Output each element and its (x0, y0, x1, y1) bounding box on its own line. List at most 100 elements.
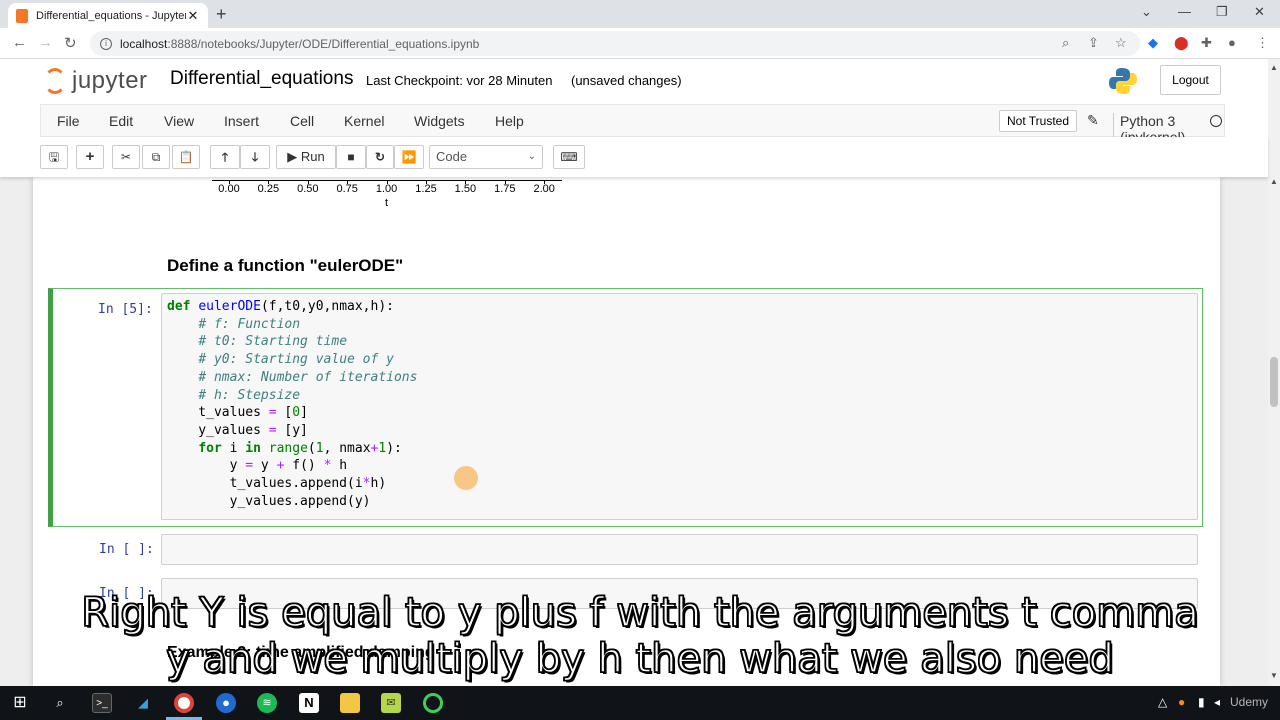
plot-x-axis-label: t (385, 197, 389, 209)
empty-code-cell[interactable] (161, 534, 1198, 565)
scroll-thumb[interactable] (1270, 357, 1278, 407)
tray-app-icon[interactable]: ● (1178, 695, 1185, 709)
mouse-cursor-highlight (454, 466, 478, 490)
plot-x-tick-label: 1.75 (494, 183, 516, 195)
menu-edit[interactable]: Edit (109, 113, 133, 129)
search-icon[interactable]: ⌕ (50, 693, 70, 713)
selected-code-cell[interactable]: In [5]: def eulerODE(f,t0,y0,nmax,h): # … (48, 288, 1203, 527)
forward-icon[interactable]: → (38, 34, 53, 51)
jupyter-logo[interactable]: jupyter (44, 67, 148, 95)
jupyter-logo-icon (44, 68, 66, 94)
maximize-button[interactable]: ❐ (1216, 4, 1228, 20)
notebook-toolbar: 🖫 + ✂ ⧉ 📋 🡑 🡓 ▶ Run ■ ↻ ⏩ Code ⌄ ⌨ (0, 137, 1268, 177)
share-icon[interactable]: ⇪ (1088, 35, 1099, 51)
plot-x-tick-label: 0.00 (218, 183, 240, 195)
tab-search-icon[interactable]: ⌄ (1141, 4, 1152, 20)
spotify-icon[interactable]: ≋ (257, 693, 277, 713)
plot-x-tick-label: 0.25 (257, 183, 280, 195)
subtitle-line-1: Right Y is equal to y plus f with the ar… (81, 589, 1200, 637)
close-window-button[interactable]: ✕ (1254, 4, 1265, 20)
menu-file[interactable]: File (57, 113, 80, 129)
python-logo-icon (1109, 68, 1137, 94)
restart-kernel-button[interactable]: ↻ (366, 145, 394, 169)
udemy-watermark: Udemy (1230, 695, 1269, 709)
interrupt-kernel-button[interactable]: ■ (336, 145, 366, 169)
puzzle-extensions-icon[interactable]: ✚ (1201, 35, 1212, 51)
scroll-up-icon[interactable]: ▲ (1270, 63, 1278, 72)
code-editor[interactable]: def eulerODE(f,t0,y0,nmax,h): # f: Funct… (161, 293, 1198, 520)
notebook-name[interactable]: Differential_equations (170, 68, 353, 90)
minimize-button[interactable]: — (1178, 4, 1191, 19)
scroll-up-icon-2[interactable]: ▲ (1270, 177, 1278, 186)
jupyter-logo-text: jupyter (72, 67, 148, 94)
run-label: Run (300, 149, 325, 164)
notion-icon[interactable]: N (299, 693, 319, 713)
save-button[interactable]: 🖫 (40, 145, 68, 169)
cell-type-select[interactable]: Code ⌄ (429, 145, 543, 169)
new-tab-button[interactable]: + (216, 4, 227, 25)
plot-x-tick-label: 1.25 (415, 183, 437, 195)
cell-prompt: In [5]: (98, 302, 153, 317)
markdown-heading[interactable]: Define a function "eulerODE" (167, 256, 403, 276)
tab-title: Differential_equations - Jupyter N (36, 9, 186, 22)
reload-icon[interactable]: ↻ (64, 34, 77, 52)
paste-icon[interactable]: 📋 (172, 145, 200, 169)
insert-cell-button[interactable]: + (76, 145, 104, 169)
plot-x-tick-label: 0.75 (336, 183, 358, 195)
run-button[interactable]: ▶ Run (276, 145, 336, 169)
browser-menu-icon[interactable]: ⋮ (1256, 35, 1269, 51)
menubar: File Edit View Insert Cell Kernel Widget… (40, 104, 1225, 145)
site-info-icon[interactable]: i (100, 37, 112, 50)
url-path: :8888/notebooks/Jupyter/ODE/Differential… (167, 36, 480, 51)
run-icon: ▶ (287, 149, 298, 164)
plot-x-tick-label: 0.50 (297, 183, 319, 195)
copy-icon[interactable]: ⧉ (142, 145, 170, 169)
menu-view[interactable]: View (164, 113, 194, 129)
chrome-icon[interactable] (174, 693, 194, 713)
network-tray-icon[interactable]: ▮ (1198, 695, 1205, 709)
browser-tab-bar: Differential_equations - Jupyter N ✕ + ⌄… (0, 0, 1280, 28)
signal-icon[interactable]: ● (216, 693, 236, 713)
windows-taskbar: ⊞ ⌕ >_ ◢ ● ≋ N ✉ △ ● ▮ ◂ Udemy (0, 686, 1280, 720)
edit-pencil-icon[interactable]: ✎ (1087, 112, 1099, 129)
menu-cell[interactable]: Cell (290, 113, 314, 129)
logout-button[interactable]: Logout (1160, 65, 1221, 95)
plot-x-tick-label: 1.00 (375, 183, 398, 195)
drive-tray-icon[interactable]: △ (1158, 695, 1167, 709)
extension-icon[interactable]: ◆ (1148, 35, 1158, 51)
menu-kernel[interactable]: Kernel (344, 113, 384, 129)
not-trusted-button[interactable]: Not Trusted (999, 110, 1077, 132)
windows-start-icon[interactable]: ⊞ (10, 693, 30, 713)
browser-tab[interactable]: Differential_equations - Jupyter N ✕ (8, 3, 208, 28)
cell-type-value: Code (436, 149, 468, 164)
move-down-button[interactable]: 🡓 (240, 145, 270, 169)
profile-avatar-icon[interactable]: ● (1228, 35, 1236, 50)
menu-widgets[interactable]: Widgets (414, 113, 465, 129)
obs-icon[interactable] (423, 693, 443, 713)
menu-help[interactable]: Help (495, 113, 524, 129)
vscode-icon[interactable]: ◢ (133, 693, 153, 713)
terminal-icon[interactable]: >_ (92, 693, 112, 713)
jupyter-favicon-icon (16, 8, 28, 23)
empty-cell-prompt: In [ ]: (99, 542, 154, 557)
cut-icon[interactable]: ✂ (112, 145, 140, 169)
kernel-idle-indicator-icon (1210, 115, 1222, 127)
chevron-down-icon: ⌄ (527, 151, 536, 162)
url-field[interactable]: i localhost:8888/notebooks/Jupyter/ODE/D… (90, 31, 1140, 56)
command-palette-keyboard-icon[interactable]: ⌨ (553, 145, 585, 169)
bookmark-star-icon[interactable]: ☆ (1115, 35, 1127, 51)
plot-x-tick-label: 2.00 (533, 183, 555, 195)
volume-tray-icon[interactable]: ◂ (1214, 695, 1220, 709)
jupyter-header: jupyter Differential_equations Last Chec… (0, 59, 1268, 104)
zoom-icon[interactable]: ⌕ (1062, 35, 1069, 51)
move-up-button[interactable]: 🡑 (210, 145, 240, 169)
adblock-extension-icon[interactable]: ⬤ (1174, 35, 1189, 51)
code-text: def eulerODE(f,t0,y0,nmax,h): # f: Funct… (167, 299, 418, 509)
menu-insert[interactable]: Insert (224, 113, 259, 129)
restart-run-all-button[interactable]: ⏩ (394, 145, 424, 169)
url-host: localhost (120, 36, 168, 51)
back-icon[interactable]: ← (12, 34, 27, 51)
tab-close-icon[interactable]: ✕ (186, 8, 200, 24)
app-icon[interactable]: ✉ (381, 693, 401, 713)
file-explorer-icon[interactable] (340, 693, 360, 713)
